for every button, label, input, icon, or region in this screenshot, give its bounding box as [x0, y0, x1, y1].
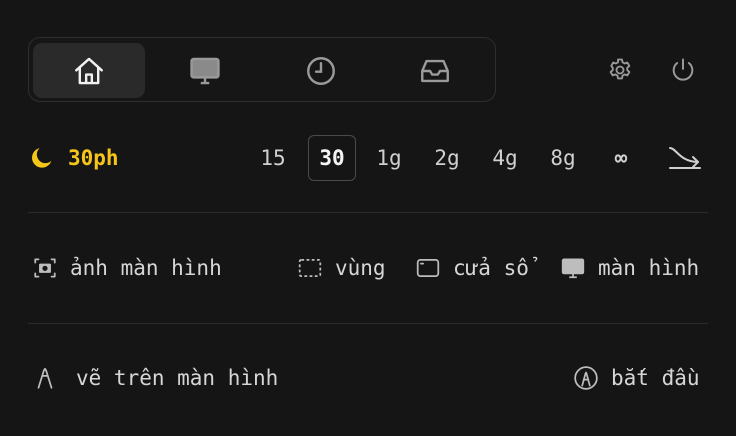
moon-icon [32, 148, 52, 168]
screen-label: màn hình [598, 256, 700, 280]
duration-option-30[interactable]: 30 [308, 135, 356, 181]
duration-option-4g[interactable]: 4g [482, 135, 528, 181]
inbox-icon [421, 59, 449, 82]
home-icon [75, 57, 103, 84]
divider [28, 212, 708, 213]
window-label: cửa sổ [453, 256, 529, 280]
duration-trend-button[interactable] [660, 135, 708, 181]
tab-bar [28, 37, 496, 102]
screenshot-button[interactable]: ảnh màn hình [32, 252, 222, 284]
screen-capture-button[interactable]: màn hình [560, 252, 699, 284]
downtrend-arrow-icon [669, 147, 701, 169]
pen-tip-icon [37, 367, 53, 389]
duration-option-1g[interactable]: 1g [366, 135, 412, 181]
region-capture-button[interactable]: vùng [297, 252, 386, 284]
tab-screen[interactable] [149, 43, 261, 98]
duration-option-2g[interactable]: 2g [424, 135, 470, 181]
tab-history[interactable] [265, 43, 377, 98]
clock-icon [307, 56, 335, 85]
settings-button[interactable] [605, 55, 635, 85]
monitor-icon [190, 57, 220, 84]
screenshot-label: ảnh màn hình [70, 256, 222, 280]
power-button[interactable] [668, 55, 698, 85]
settings-icon [609, 58, 631, 80]
region-label: vùng [335, 256, 386, 280]
start-drawing-button[interactable]: bắt đầu [573, 362, 700, 394]
pen-circle-icon [574, 366, 598, 390]
start-label: bắt đầu [611, 366, 700, 390]
window-icon [416, 259, 440, 277]
monitor-icon [561, 258, 585, 279]
duration-option-15[interactable]: 15 [250, 135, 296, 181]
duration-option-infinite[interactable]: ∞ [598, 135, 644, 181]
power-icon [672, 58, 694, 81]
draw-label: vẽ trên màn hình [76, 366, 279, 390]
draw-on-screen-row: vẽ trên màn hình [32, 362, 278, 394]
window-capture-button[interactable]: cửa sổ [415, 252, 529, 284]
camera-icon [34, 258, 56, 278]
tab-home[interactable] [33, 43, 145, 98]
tab-inbox[interactable] [379, 43, 491, 98]
region-select-icon [298, 259, 322, 277]
duration-label: 30ph [68, 146, 119, 170]
divider [28, 323, 708, 324]
duration-option-8g[interactable]: 8g [540, 135, 586, 181]
